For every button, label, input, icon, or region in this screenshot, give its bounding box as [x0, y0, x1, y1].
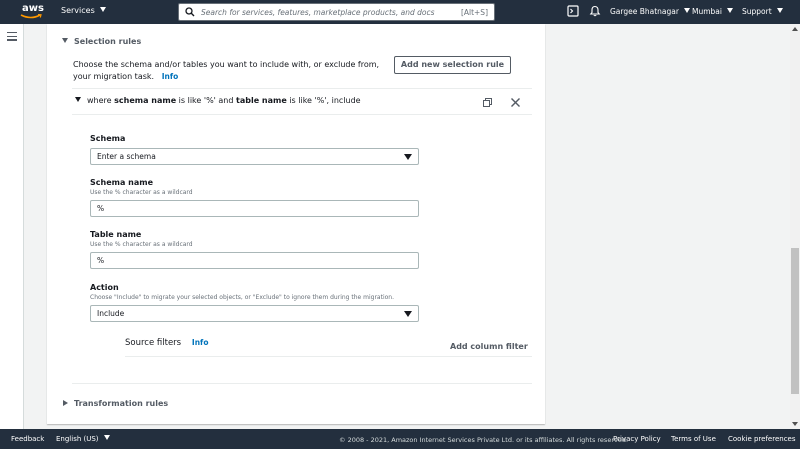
feedback-link[interactable]: Feedback: [11, 435, 44, 443]
task-settings-panel: [47, 24, 545, 424]
account-menu[interactable]: Gargee Bhatnagar: [610, 7, 690, 16]
chevron-down-icon: [776, 8, 783, 13]
divider: [72, 383, 532, 384]
search-placeholder: Search for services, features, marketpla…: [201, 8, 435, 17]
schema-label: Schema: [90, 134, 126, 143]
search-icon: [185, 7, 195, 17]
action-hint: Choose "Include" to migrate your selecte…: [90, 294, 395, 301]
source-filters-heading: Source filters Info: [125, 338, 208, 348]
selection-rules-description: Choose the schema and/or tables you want…: [73, 59, 388, 83]
footer: Feedback English (US) © 2008 - 2021, Ama…: [0, 429, 800, 449]
language-selector[interactable]: English (US): [56, 435, 110, 443]
action-label: Action: [90, 283, 119, 292]
close-icon[interactable]: [511, 98, 520, 107]
services-label: Services: [61, 6, 95, 15]
transformation-rules-title: Transformation rules: [74, 399, 169, 408]
transformation-rules-header[interactable]: Transformation rules: [63, 399, 168, 408]
region-label: Mumbai: [692, 7, 722, 16]
schema-name-value: %: [97, 204, 105, 213]
table-name-hint: Use the % character as a wildcard: [90, 241, 193, 248]
chevron-down-icon: [103, 435, 110, 440]
table-name-value: %: [97, 256, 105, 265]
table-name-input[interactable]: %: [90, 252, 419, 269]
caret-right-icon: [63, 400, 68, 406]
source-filters-info-link[interactable]: Info: [192, 338, 209, 347]
caret-down-icon: [404, 311, 412, 317]
menu-icon[interactable]: [7, 32, 17, 41]
chevron-down-icon: [683, 8, 690, 13]
aws-logo[interactable]: aws: [20, 3, 44, 21]
cookie-preferences-link[interactable]: Cookie preferences: [728, 435, 796, 443]
table-name-label: Table name: [90, 230, 142, 239]
divider: [125, 356, 532, 357]
aws-smile-icon: [20, 14, 42, 19]
description-text: Choose the schema and/or tables you want…: [73, 60, 380, 81]
action-select-value: Include: [97, 309, 125, 318]
cloudshell-icon[interactable]: [567, 5, 579, 17]
caret-down-icon: [62, 38, 68, 43]
scroll-up-arrow-icon[interactable]: [792, 27, 798, 31]
chevron-down-icon: [726, 8, 733, 13]
support-label: Support: [742, 7, 772, 16]
page-scrollbar[interactable]: [790, 24, 800, 429]
global-search-input[interactable]: Search for services, features, marketpla…: [178, 3, 495, 21]
rule-schema-key: schema name: [114, 96, 177, 105]
schema-select[interactable]: Enter a schema: [90, 148, 419, 165]
scroll-down-arrow-icon[interactable]: [792, 422, 798, 426]
rule-prefix: where: [87, 96, 112, 105]
action-select[interactable]: Include: [90, 305, 419, 322]
add-column-filter-button[interactable]: Add column filter: [450, 342, 528, 351]
services-menu[interactable]: Services: [61, 6, 106, 15]
add-new-selection-rule-button[interactable]: Add new selection rule: [394, 56, 511, 74]
copyright-text: © 2008 - 2021, Amazon Internet Services …: [339, 436, 629, 444]
user-name: Gargee Bhatnagar: [610, 7, 679, 16]
selection-rules-title: Selection rules: [74, 37, 142, 46]
bell-icon[interactable]: [589, 5, 601, 17]
caret-down-icon: [75, 97, 81, 102]
schema-select-value: Enter a schema: [97, 152, 156, 161]
scrollbar-thumb[interactable]: [791, 248, 799, 394]
schema-name-label: Schema name: [90, 178, 153, 187]
schema-name-input[interactable]: %: [90, 200, 419, 217]
rule-table-key: table name: [236, 96, 287, 105]
privacy-policy-link[interactable]: Privacy Policy: [613, 435, 661, 443]
schema-name-hint: Use the % character as a wildcard: [90, 189, 193, 196]
support-menu[interactable]: Support: [742, 7, 783, 16]
info-link[interactable]: Info: [162, 72, 179, 81]
region-menu[interactable]: Mumbai: [692, 7, 733, 16]
caret-down-icon: [404, 154, 412, 160]
top-navigation-bar: aws Services Search for services, featur…: [0, 0, 800, 24]
chevron-down-icon: [99, 7, 106, 12]
left-sidebar: [0, 24, 24, 429]
copy-icon[interactable]: [483, 98, 492, 107]
rule-mid1: is like '%' and: [178, 96, 234, 105]
terms-of-use-link[interactable]: Terms of Use: [671, 435, 716, 443]
rule-mid2: is like '%', include: [289, 96, 361, 105]
aws-logo-text: aws: [22, 3, 44, 14]
search-shortcut: [Alt+S]: [460, 8, 488, 17]
source-filters-label: Source filters: [125, 338, 182, 348]
rule-summary: where schema name is like '%' and table …: [75, 96, 361, 105]
language-label: English (US): [56, 435, 99, 443]
selection-rules-header[interactable]: Selection rules: [62, 37, 141, 46]
selection-rule-header[interactable]: where schema name is like '%' and table …: [72, 88, 532, 115]
